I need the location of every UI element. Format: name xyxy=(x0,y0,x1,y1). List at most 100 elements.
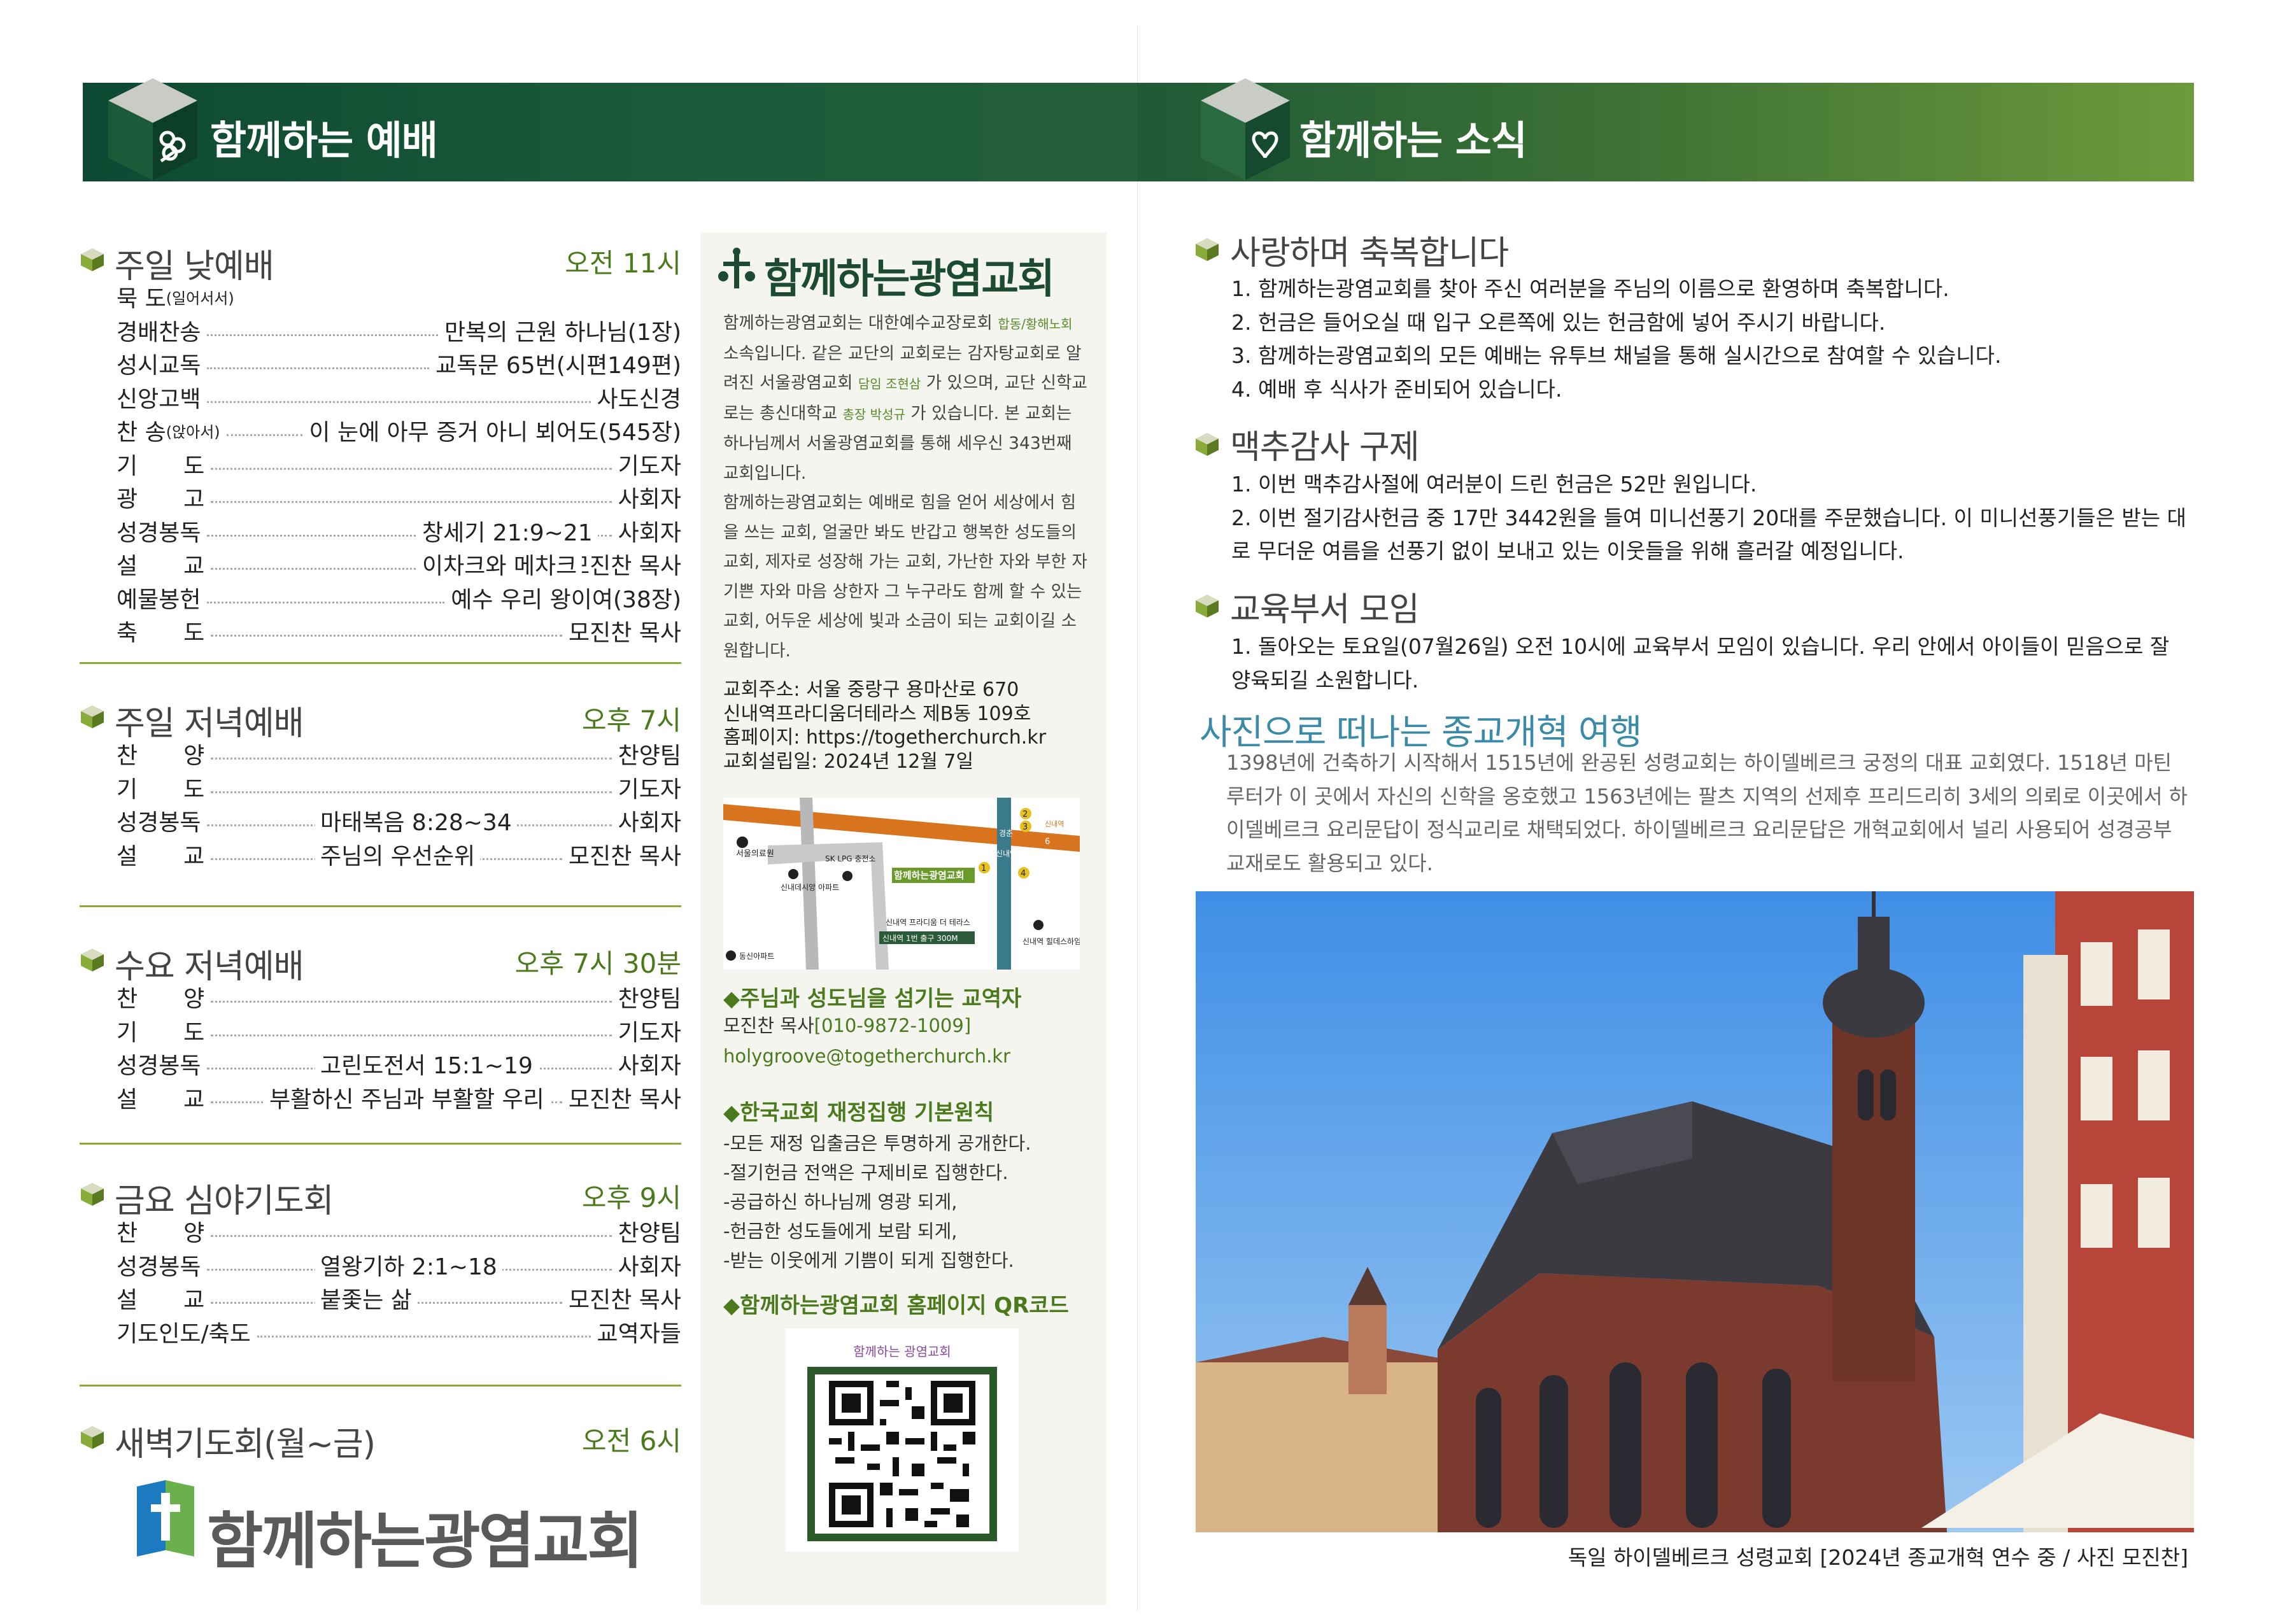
order-row: 묵 도 (일어서서) xyxy=(80,280,681,314)
finance-line: -받는 이웃에게 기쁨이 되게 집행한다. xyxy=(723,1250,1014,1271)
order-label: 경배찬송 xyxy=(117,319,201,346)
cube-hands-icon xyxy=(108,78,197,180)
order-label: 설 교 xyxy=(117,1287,205,1314)
intro-vision: 함께하는광염교회는 예배로 힘을 얻어 세상에서 힘을 쓰는 교회, 얼굴만 봐… xyxy=(723,493,1087,661)
section-divider xyxy=(80,1385,681,1387)
order-note: (일어서서) xyxy=(166,289,234,307)
staff-contact: 모진찬 목사[010-9872-1009] xyxy=(723,1011,1090,1040)
dot-leader xyxy=(257,1326,591,1338)
order-row: 기 도 기도자 xyxy=(80,448,681,481)
order-scripture: 열왕기하 2:1~18 xyxy=(315,1248,502,1282)
homepage-line: 홈페이지: https://togetherchurch.kr xyxy=(723,726,1047,749)
relief-title: 맥추감사 구제 xyxy=(1230,428,1420,467)
relief-item: 2. 이번 절기감사헌금 중 17만 3442원을 들여 미니선풍기 20대를 … xyxy=(1231,505,2186,564)
order-row: 성경봉독 마태복음 8:28~34 사회자 xyxy=(80,804,681,838)
order-label: 신앙고백 xyxy=(117,386,201,413)
order-label: 설 교 xyxy=(117,1086,205,1113)
order-value: 사도신경 xyxy=(597,386,681,413)
dot-leader xyxy=(207,592,445,604)
page-fold xyxy=(1137,25,1138,1611)
dot-leader xyxy=(207,392,591,403)
order-note: (앉아서) xyxy=(166,423,220,441)
map-num: 1 xyxy=(981,864,986,873)
worship-section: 새벽기도회(월~금) 오전 6시 xyxy=(80,1413,681,1464)
address-line: 신내역프라디움더테라스 제B동 109호 xyxy=(723,702,1031,725)
order-label: 성경봉독 xyxy=(117,810,201,837)
order-scripture: 마태복음 8:28~34 xyxy=(315,804,517,838)
order-scripture: 창세기 21:9~21 xyxy=(417,514,598,547)
order-label: 축 도 xyxy=(117,620,205,647)
order-value: 교역자들 xyxy=(597,1320,681,1347)
order-label: 묵 도 xyxy=(117,286,166,313)
cube-bullet-icon xyxy=(1196,238,1219,261)
order-value: 찬양팀 xyxy=(618,986,681,1013)
staff-email[interactable]: holygroove@togetherchurch.kr xyxy=(723,1041,1090,1071)
church-photo xyxy=(1196,891,2194,1532)
worship-banner: 함께하는 예배 xyxy=(83,78,1137,181)
edu-item: 1. 돌아오는 토요일(07월26일) 오전 10시에 교육부서 모임이 있습니… xyxy=(1231,634,2170,693)
order-row: 찬 양 찬양팀 xyxy=(80,980,681,1014)
church-brand: 함께하는광염교회 xyxy=(764,246,1055,305)
order-row: 기도인도/축도 교역자들 xyxy=(80,1315,681,1349)
relief-list: 1. 이번 맥추감사절에 여러분이 드린 헌금은 52만 원입니다. 2. 이번… xyxy=(1231,468,2193,568)
intro-note: 총장 박성규 xyxy=(842,406,905,422)
order-row: 설 교 부활하신 주님과 부활할 우리 모진찬 목사 xyxy=(80,1080,681,1115)
order-row: 성경봉독 창세기 21:9~21 사회자 xyxy=(80,514,681,548)
intro-note: 합동/황해노회 xyxy=(998,316,1073,332)
order-label: 성경봉독 xyxy=(117,1253,201,1280)
staff-name: 모진찬 목사 xyxy=(723,1015,814,1036)
order-value: 찬양팀 xyxy=(618,743,681,770)
dot-leader xyxy=(207,358,430,370)
cube-bullet-icon xyxy=(81,1183,104,1206)
map-label-gyeongchun: 경춘 xyxy=(999,829,1013,838)
trip-text: 1398년에 건축하기 시작해서 1515년에 완공된 성령교회는 하이델베르크… xyxy=(1226,751,2188,875)
section-divider xyxy=(80,905,681,907)
order-label: 기 도 xyxy=(117,776,205,803)
order-row: 기 도 기도자 xyxy=(80,1014,681,1048)
address-line: 교회주소: 서울 중랑구 용마산로 670 xyxy=(723,679,1019,701)
banner-title: 함께하는 소식 xyxy=(1299,117,1527,164)
dot-leader xyxy=(211,1225,612,1238)
dot-leader xyxy=(207,325,439,336)
dot-leader xyxy=(211,991,612,1003)
order-value: 사회자 xyxy=(618,1253,681,1280)
homepage-qr-code[interactable] xyxy=(807,1367,997,1541)
order-value: 모진찬 목사 xyxy=(568,1287,681,1314)
finance-line: -모든 재정 입출금은 투명하게 공개한다. xyxy=(723,1133,1031,1154)
dot-leader xyxy=(211,782,612,793)
welcome-item: 1. 함께하는광염교회를 찾아 주신 여러분을 주님의 이름으로 환영하며 축복… xyxy=(1231,276,1949,301)
order-row: 기 도 기도자 xyxy=(80,771,681,805)
relief-item: 1. 이번 맥추감사절에 여러분이 드린 헌금은 52만 원입니다. xyxy=(1231,472,1757,497)
welcome-item: 2. 헌금은 들어오실 때 입구 오른쪽에 있는 헌금함에 넣어 주시기 바랍니… xyxy=(1231,309,1886,335)
order-label: 성시교독 xyxy=(117,353,201,379)
map-label-hospital: 서울의료원 xyxy=(736,849,774,859)
section-header: 주일 저녁예배 오후 7시 xyxy=(80,693,681,743)
welcome-list: 1. 함께하는광염교회를 찾아 주신 여러분을 주님의 이름으로 환영하며 축복… xyxy=(1231,272,2193,406)
map-num: 3 xyxy=(1022,823,1028,832)
worship-section: 금요 심야기도회 오후 9시 찬 양 찬양팀 성경봉독 열왕기하 2:1~18 사회자 설 교… xyxy=(80,1170,681,1348)
order-label: 기도인도/축도 xyxy=(117,1320,251,1347)
brand-part-a: 함께하는 xyxy=(764,256,910,303)
map-label-exit: 신내역 프라디움 더 테라스 xyxy=(886,918,970,927)
order-label: 찬 양 xyxy=(117,743,205,770)
order-value: 예수 우리 왕이여(38장) xyxy=(451,586,681,613)
cube-heart-icon xyxy=(1201,78,1290,180)
finance-line: -공급하신 하나님께 영광 되게, xyxy=(723,1191,958,1213)
dot-leader xyxy=(211,748,612,760)
order-scripture: 고린도전서 15:1~19 xyxy=(315,1047,538,1081)
order-label: 설 교 xyxy=(117,843,205,870)
order-value: 모진찬 목사 xyxy=(568,843,681,870)
welcome-item: 3. 함께하는광염교회의 모든 예배는 유투브 채널을 통해 실시간으로 참여할… xyxy=(1231,343,2002,368)
order-row: 광 고 사회자 xyxy=(80,481,681,514)
church-intro: 함께하는광염교회는 대한예수교장로회 합동/황해노회 소속입니다. 같은 교단의… xyxy=(723,309,1090,666)
news-banner: 함께하는 소식 xyxy=(1137,78,2194,181)
order-value: 만복의 근원 하나님(1장) xyxy=(444,319,681,346)
order-value: 찬양팀 xyxy=(618,1220,681,1247)
photo-caption: 독일 하이델베르크 성령교회 [2024년 종교개혁 연수 중 / 사진 모진찬… xyxy=(1567,1545,2188,1570)
church-logo: 함께하는광염교회 xyxy=(137,1480,646,1577)
qr-card: 함께하는 광염교회 xyxy=(786,1329,1019,1551)
order-label: 광 고 xyxy=(117,486,205,513)
section-time: 오후 7시 xyxy=(582,705,681,736)
worship-section: 주일 낮예배 오전 11시 묵 도 (일어서서) 경배찬송 만복의 근원 하나님(1장) 성… xyxy=(80,236,681,648)
order-row: 찬 양 찬양팀 xyxy=(80,737,681,771)
